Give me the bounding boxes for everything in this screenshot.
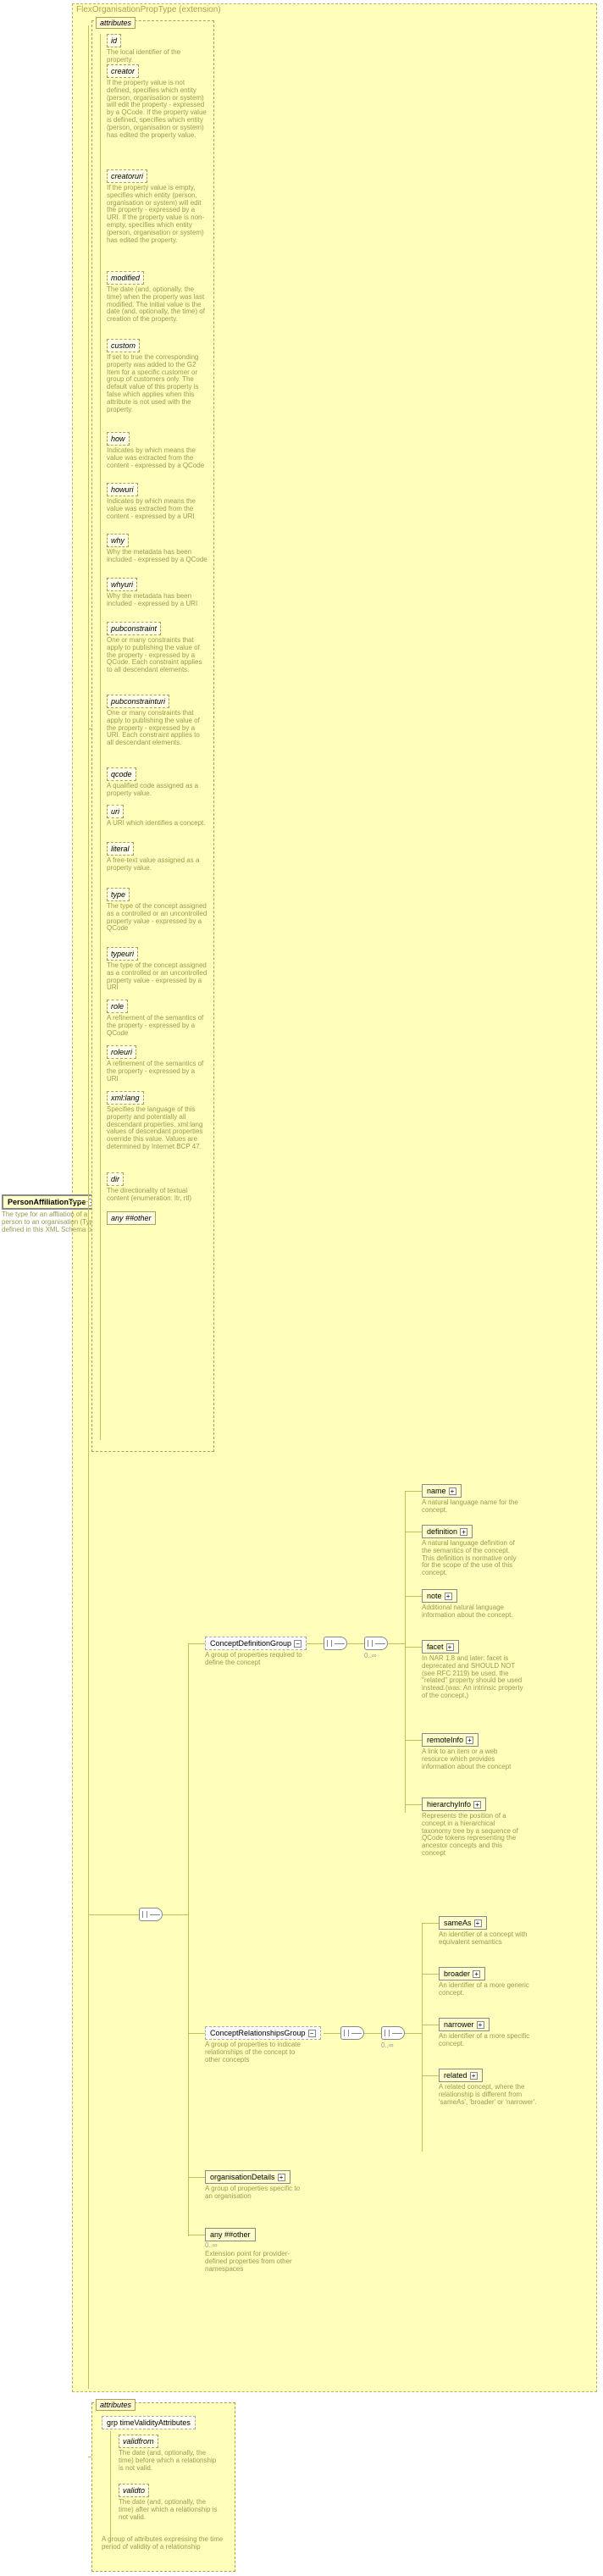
expand-icon[interactable]: + xyxy=(473,1970,480,1978)
attr-custom[interactable]: custom xyxy=(107,339,140,352)
attr-role[interactable]: role xyxy=(107,1000,128,1013)
elem-name[interactable]: name+ xyxy=(422,1484,462,1498)
expand-icon[interactable]: + xyxy=(446,1643,454,1651)
attr-creator[interactable]: creator xyxy=(107,64,139,78)
attr-qcode[interactable]: qcode xyxy=(107,767,136,781)
attr-howuri[interactable]: howuri xyxy=(107,483,138,496)
elem-orgdetails[interactable]: organisationDetails+ xyxy=(205,2170,290,2184)
root-type-label: PersonAffiliationType xyxy=(8,1198,86,1206)
expand-icon[interactable]: + xyxy=(474,1920,482,1927)
elem-facet[interactable]: facet+ xyxy=(422,1640,459,1654)
attr-why[interactable]: why xyxy=(107,534,129,547)
elem-narrower[interactable]: narrower+ xyxy=(439,2018,490,2031)
attr-uri[interactable]: uri xyxy=(107,805,124,818)
attr-dir[interactable]: dir xyxy=(107,1172,124,1186)
group-cdg[interactable]: ConceptDefinitionGroup − xyxy=(205,1637,307,1650)
elem-broader[interactable]: broader+ xyxy=(439,1967,485,1980)
extension-title: FlexOrganisationPropType (extension) xyxy=(76,5,221,14)
attr-id[interactable]: id xyxy=(107,34,121,47)
attr-modified[interactable]: modified xyxy=(107,271,144,285)
attr-anyother[interactable]: any ##other xyxy=(107,1211,156,1225)
elem-definition[interactable]: definition+ xyxy=(422,1525,473,1538)
sequence-compositor[interactable] xyxy=(340,2026,364,2040)
root-type[interactable]: PersonAffiliationType − xyxy=(2,1194,102,1210)
attr-pubconstrainturi[interactable]: pubconstrainturi xyxy=(107,695,169,708)
attr-type[interactable]: type xyxy=(107,888,130,901)
attr-xmllang[interactable]: xml:lang xyxy=(107,1091,144,1105)
expand-icon[interactable]: + xyxy=(466,1737,473,1744)
expand-icon[interactable]: − xyxy=(308,2030,316,2037)
attr-roleuri[interactable]: roleuri xyxy=(107,1045,136,1059)
sequence-compositor[interactable] xyxy=(139,1908,163,1921)
attr-validfrom[interactable]: validfrom xyxy=(119,2435,158,2448)
group-crg[interactable]: ConceptRelationshipsGroup − xyxy=(205,2026,321,2040)
attr-whyuri[interactable]: whyuri xyxy=(107,578,137,591)
elem-note[interactable]: note+ xyxy=(422,1589,457,1603)
attributes-label: attributes xyxy=(96,17,136,29)
attr-pubconstraint[interactable]: pubconstraint xyxy=(107,622,161,635)
sequence-compositor[interactable] xyxy=(381,2026,405,2040)
expand-icon[interactable]: + xyxy=(449,1487,456,1495)
attr-validto[interactable]: validto xyxy=(119,2484,149,2497)
elem-anyother[interactable]: any ##other xyxy=(205,2228,256,2241)
elem-hierarchyinfo[interactable]: hierarchyInfo+ xyxy=(422,1798,486,1811)
attr-creatoruri[interactable]: creatoruri xyxy=(107,169,147,183)
expand-icon[interactable]: + xyxy=(445,1593,452,1600)
elem-related[interactable]: related+ xyxy=(439,2069,483,2082)
expand-icon[interactable]: + xyxy=(477,2021,484,2029)
expand-icon[interactable]: + xyxy=(473,1801,481,1809)
attr-how[interactable]: how xyxy=(107,432,130,446)
expand-icon[interactable]: + xyxy=(278,2174,285,2181)
group-timevalidity[interactable]: grp timeValidityAttributes xyxy=(102,2416,196,2429)
elem-remoteinfo[interactable]: remoteInfo+ xyxy=(422,1733,479,1747)
attr-literal[interactable]: literal xyxy=(107,842,134,856)
attr-typeuri[interactable]: typeuri xyxy=(107,947,138,961)
sequence-compositor[interactable] xyxy=(324,1637,347,1650)
attributes-label: attributes xyxy=(96,2399,136,2411)
expand-icon[interactable]: − xyxy=(294,1640,302,1648)
elem-sameas[interactable]: sameAs+ xyxy=(439,1916,487,1930)
expand-icon[interactable]: + xyxy=(470,2072,478,2080)
sequence-compositor[interactable] xyxy=(364,1637,388,1650)
expand-icon[interactable]: + xyxy=(460,1528,467,1536)
